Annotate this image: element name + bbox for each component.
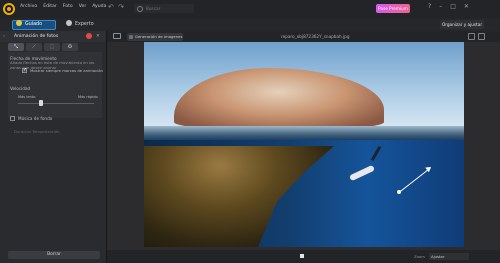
speed-slider-thumb[interactable] — [38, 100, 43, 106]
zoom-select[interactable]: Ajustar — [429, 253, 469, 260]
tool-tabs: ⤡ ⟋ ⬚ ✪ — [8, 43, 78, 51]
speed-min-label: Más lento — [18, 95, 36, 99]
search-input[interactable]: Buscar — [134, 4, 194, 13]
undo-redo-icons[interactable]: ↶ ↷ — [108, 3, 125, 11]
guided-icon — [16, 20, 22, 26]
search-placeholder: Buscar — [146, 6, 161, 11]
photo-bin-icon[interactable] — [113, 33, 121, 39]
menu-editar[interactable]: Editar — [43, 4, 57, 9]
tool-panel: ‹ Animación de fotos ✕ ⤡ ⟋ ⬚ ✪ Flecha de… — [0, 31, 107, 263]
close-icon[interactable]: ✕ — [464, 3, 469, 10]
maximize-icon[interactable]: □ — [450, 3, 456, 10]
premium-button[interactable]: Pase Premium — [376, 4, 410, 13]
help-icon[interactable]: ? — [428, 3, 431, 10]
notification-badge-icon — [86, 33, 92, 39]
speed-max-label: Más rápido — [78, 95, 98, 99]
title-bar: Archivo Editar Foto Ver Ayuda ↶ ↷ Buscar… — [0, 0, 500, 18]
panel-title: Animación de fotos — [14, 34, 59, 39]
file-name: reparo_obj872362Y_snapbah.jpg — [281, 34, 350, 39]
show-marks-label: Mostrar siempre marcas de animación — [30, 68, 103, 73]
bg-music-checkbox[interactable] — [10, 116, 15, 121]
view-compare-icon[interactable] — [478, 33, 485, 40]
tab-mask[interactable]: ⬚ — [44, 43, 60, 51]
generate-image-button[interactable]: Generación de imagenes tal — [127, 33, 183, 47]
organize-button[interactable]: Organizar y ajustar — [440, 20, 484, 29]
view-single-icon[interactable] — [468, 33, 475, 40]
show-marks-checkbox[interactable] — [22, 67, 27, 73]
music-sub-label: Duración Temporización — [14, 129, 60, 134]
tab-motion-arrow[interactable]: ⤡ — [8, 43, 24, 51]
tab-expert[interactable]: Experto — [62, 20, 106, 30]
menu-archivo[interactable]: Archivo — [20, 4, 37, 9]
photo-canvas[interactable] — [144, 42, 464, 247]
menu-bar: Archivo Editar Foto Ver Ayuda — [20, 4, 106, 9]
search-icon — [137, 6, 143, 12]
menu-ayuda[interactable]: Ayuda — [92, 4, 106, 9]
photo-waterline — [144, 126, 464, 140]
minimize-icon[interactable]: – — [439, 3, 442, 10]
window-controls: ? – □ ✕ — [428, 3, 469, 10]
tab-anchor[interactable]: ⟋ — [26, 43, 42, 51]
menu-foto[interactable]: Foto — [63, 4, 73, 9]
menu-ver[interactable]: Ver — [79, 4, 87, 9]
bg-music-label: Música de fondo — [18, 116, 53, 121]
clear-button[interactable]: Borrar — [8, 251, 100, 259]
speed-slider-track[interactable] — [18, 103, 94, 104]
canvas-toolbar: Generación de imagenes tal reparo_obj872… — [107, 31, 500, 47]
tab-guided[interactable]: Guiado — [12, 20, 56, 30]
zoom-label: Zoom — [414, 254, 425, 259]
tab-effects[interactable]: ✪ — [62, 43, 78, 51]
expert-icon — [66, 20, 72, 26]
back-chevron-icon[interactable]: ‹ — [3, 31, 5, 42]
mode-bar: Guiado Experto — [0, 18, 500, 32]
bottom-bar: Zoom Ajustar — [107, 250, 500, 263]
canvas-area[interactable] — [107, 42, 500, 250]
view-icons — [468, 33, 485, 40]
stop-icon[interactable] — [300, 254, 304, 258]
speed-label: Velocidad — [10, 86, 31, 91]
panel-close-icon[interactable]: ✕ — [96, 31, 100, 42]
panel-header: ‹ Animación de fotos ✕ — [0, 31, 106, 42]
tab-expert-label: Experto — [75, 22, 94, 27]
app-logo-icon — [3, 3, 15, 15]
tab-guided-label: Guiado — [25, 22, 43, 27]
generate-icon — [129, 35, 133, 39]
